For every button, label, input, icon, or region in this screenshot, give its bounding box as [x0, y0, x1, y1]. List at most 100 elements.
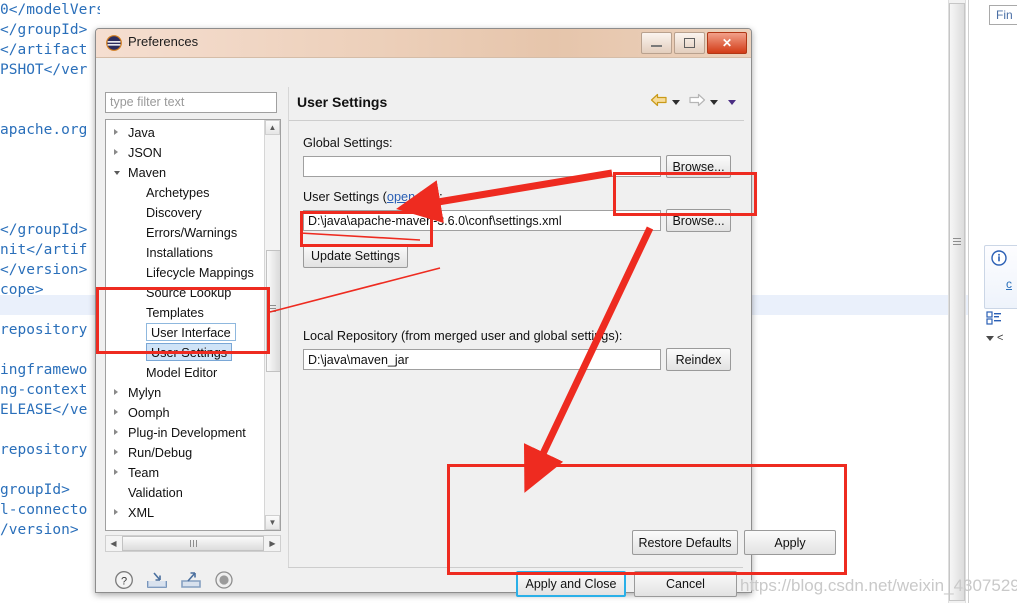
preferences-tree[interactable]: Java JSON Maven Archetypes Discovery Errors/W… [105, 119, 281, 531]
close-button[interactable]: ✕ [707, 32, 747, 54]
restore-button[interactable] [674, 32, 705, 54]
tree-item-java[interactable]: Java [106, 123, 264, 143]
chevron-down-icon[interactable] [114, 171, 120, 175]
global-browse-button[interactable]: Browse... [666, 155, 731, 178]
scroll-right-arrow[interactable]: ▶ [265, 536, 280, 551]
tree-item-user-settings[interactable]: User Settings [106, 343, 264, 363]
code-line: 0</modelVers [0, 2, 100, 18]
tree-item-mylyn[interactable]: Mylyn [106, 383, 264, 403]
chevron-right-icon[interactable] [114, 509, 118, 515]
scroll-up-arrow[interactable]: ▲ [265, 120, 280, 135]
tree-item-label: Validation [128, 486, 183, 500]
svg-text:?: ? [121, 575, 127, 587]
apply-and-close-button[interactable]: Apply and Close [516, 571, 626, 597]
outline-tree-label: < [997, 332, 1004, 344]
chevron-right-icon[interactable] [114, 469, 118, 475]
tree-item-xml[interactable]: XML [106, 503, 264, 523]
hscrollbar-thumb[interactable] [122, 536, 264, 551]
tree-item-installations[interactable]: Installations [106, 243, 264, 263]
tree-item-label: Java [128, 126, 155, 140]
info-card-link[interactable]: c [1006, 277, 1012, 291]
code-line: </groupId> [0, 222, 88, 238]
watermark: https://blog.csdn.net/weixin_43075298 [740, 576, 1017, 595]
back-history-chevron-down-icon[interactable] [672, 100, 680, 105]
restore-defaults-button[interactable]: Restore Defaults [632, 530, 738, 555]
tree-item-label: Mylyn [128, 386, 162, 400]
scroll-down-arrow[interactable]: ▼ [265, 515, 280, 530]
pane-menu-chevron-down-icon[interactable] [728, 100, 736, 105]
chevron-right-icon[interactable] [114, 129, 118, 135]
find-input[interactable]: Fin [989, 5, 1017, 25]
open-file-link[interactable]: open file [387, 190, 435, 204]
dialog-title: Preferences [128, 34, 199, 49]
update-settings-button[interactable]: Update Settings [303, 244, 408, 268]
tree-item-maven[interactable]: Maven [106, 163, 264, 183]
tree-item-json[interactable]: JSON [106, 143, 264, 163]
outline-tree-row[interactable]: < [986, 332, 1003, 344]
tree-vertical-scrollbar[interactable]: ▲ ▼ [264, 120, 280, 530]
user-settings-input[interactable]: D:\java\apache-maven-3.6.0\conf\settings… [303, 210, 661, 231]
restore-icon [684, 38, 695, 48]
dialog-titlebar[interactable]: Preferences ✕ [96, 29, 751, 58]
cancel-button[interactable]: Cancel [634, 571, 737, 597]
user-browse-button[interactable]: Browse... [666, 209, 731, 232]
tree-item-errors-warnings[interactable]: Errors/Warnings [106, 223, 264, 243]
tree-item-label: Plug-in Development [128, 426, 246, 440]
chevron-right-icon[interactable] [114, 389, 118, 395]
resize-grip-icon[interactable] [214, 570, 234, 595]
chevron-right-icon[interactable] [114, 149, 118, 155]
export-preferences-icon[interactable] [180, 570, 202, 595]
tree-item-label: Maven [128, 166, 167, 180]
tree-item-oomph[interactable]: Oomph [106, 403, 264, 423]
reindex-button[interactable]: Reindex [666, 348, 731, 371]
tree-item-model-editor[interactable]: Model Editor [106, 363, 264, 383]
tree-item-validation[interactable]: Validation [106, 483, 264, 503]
dialog-bottom-icons: ? [114, 570, 234, 595]
code-line: ng-context [0, 382, 88, 398]
tree-item-plug-in-development[interactable]: Plug-in Development [106, 423, 264, 443]
forward-history-chevron-down-icon[interactable] [710, 100, 718, 105]
apply-button[interactable]: Apply [744, 530, 836, 555]
tree-item-templates[interactable]: Templates [106, 303, 264, 323]
tree-item-label: Installations [146, 246, 213, 260]
local-repository-input[interactable]: D:\java\maven_jar [303, 349, 661, 370]
chevron-right-icon[interactable] [114, 449, 118, 455]
tree-item-source-lookup[interactable]: Source Lookup [106, 283, 264, 303]
code-line: repository [0, 322, 88, 338]
hscrollbar-grip [190, 540, 197, 547]
back-arrow-icon[interactable] [650, 93, 668, 112]
dialog-body: type filter text Java JSON Maven Archetypes… [96, 57, 836, 597]
tree-item-archetypes[interactable]: Archetypes [106, 183, 264, 203]
tree-item-label: XML [128, 506, 155, 520]
tree-item-team[interactable]: Team [106, 463, 264, 483]
tree-item-user-interface[interactable]: User Interface [106, 323, 264, 343]
dialog-separator [288, 567, 743, 568]
chevron-right-icon[interactable] [114, 429, 118, 435]
import-preferences-icon[interactable] [146, 570, 168, 595]
global-settings-input[interactable] [303, 156, 661, 177]
code-line: l-connecto [0, 502, 88, 518]
tree-scrollbar-grip [269, 305, 276, 313]
forward-arrow-icon[interactable] [688, 93, 706, 112]
tree-item-lifecycle-mappings[interactable]: Lifecycle Mappings [106, 263, 264, 283]
editor-scrollbar-thumb[interactable] [949, 3, 965, 601]
tree-horizontal-scrollbar[interactable]: ◀ ▶ [105, 535, 281, 552]
tree-item-label: Templates [146, 306, 204, 320]
tree-item-run-debug[interactable]: Run/Debug [106, 443, 264, 463]
tree-item-discovery[interactable]: Discovery [106, 203, 264, 223]
tree-item-label: User Settings [146, 343, 233, 361]
minimize-button[interactable] [641, 32, 672, 54]
code-line: PSHOT</ver [0, 62, 88, 78]
scroll-left-arrow[interactable]: ◀ [106, 536, 121, 551]
help-icon[interactable]: ? [114, 570, 134, 595]
tree-item-label: Lifecycle Mappings [146, 266, 254, 280]
eclipse-logo-icon [106, 35, 122, 56]
filter-input[interactable]: type filter text [105, 92, 277, 113]
tree-item-label: Source Lookup [146, 286, 232, 300]
local-repository-label: Local Repository (from merged user and g… [303, 329, 623, 343]
chevron-right-icon[interactable] [114, 409, 118, 415]
